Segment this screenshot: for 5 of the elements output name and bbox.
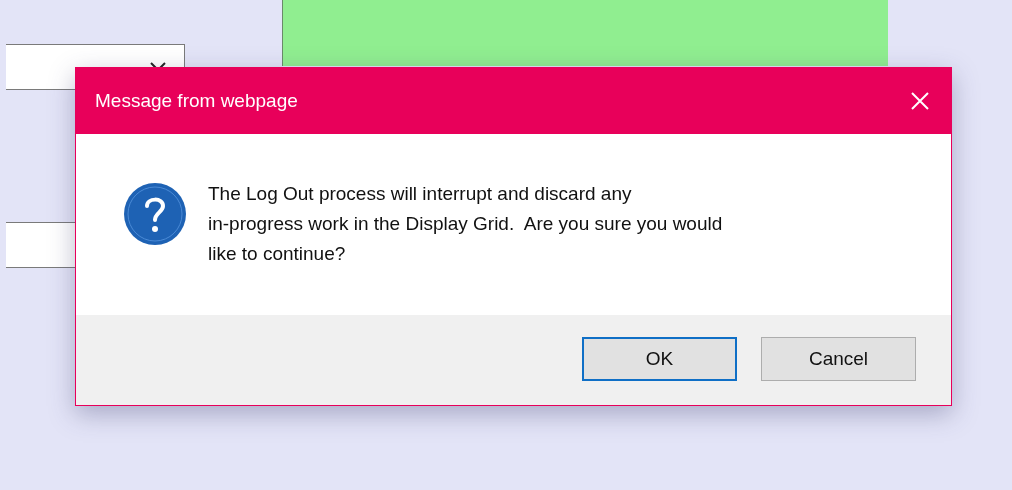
dialog-button[interactable]: Cancel [761,337,916,381]
dialog-button[interactable]: OK [582,337,737,381]
question-icon [123,182,187,246]
dialog-message: The Log Out process will interrupt and discard any in-progress work in the Display Grid. Are you sure you would like to continue? [208,182,723,266]
dialog-title: Message from webpage [95,88,298,113]
